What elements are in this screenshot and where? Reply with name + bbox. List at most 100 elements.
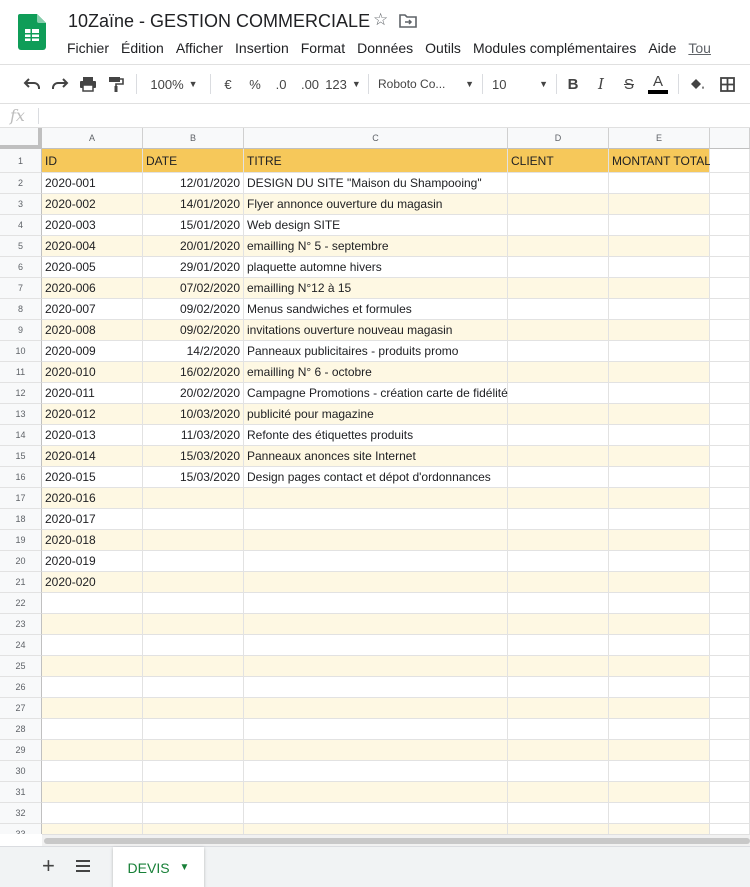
cell-titre[interactable]: Flyer annonce ouverture du magasin [244, 194, 508, 215]
grid-cell[interactable] [710, 593, 750, 614]
cell-titre[interactable]: Refonte des étiquettes produits [244, 425, 508, 446]
cell-id[interactable] [42, 782, 143, 803]
strikethrough-button[interactable]: S [618, 65, 640, 103]
cell-client[interactable] [508, 698, 609, 719]
cell-id[interactable] [42, 803, 143, 824]
cell-client[interactable] [508, 215, 609, 236]
document-title[interactable]: 10Zaïne - GESTION COMMERCIALE [68, 11, 370, 32]
cell-id[interactable] [42, 698, 143, 719]
column-header-d[interactable]: D [508, 128, 609, 149]
cell-client[interactable] [508, 761, 609, 782]
cell-id[interactable] [42, 656, 143, 677]
cell-montant[interactable] [609, 320, 710, 341]
cell-montant[interactable] [609, 278, 710, 299]
cell-date[interactable] [143, 509, 244, 530]
menu-outils[interactable]: Outils [425, 40, 461, 56]
grid-cell[interactable] [710, 173, 750, 194]
cell-date[interactable]: 12/01/2020 [143, 173, 244, 194]
cell-id[interactable] [42, 740, 143, 761]
cell-id[interactable]: 2020-008 [42, 320, 143, 341]
cell-id[interactable] [42, 824, 143, 834]
cell-date[interactable] [143, 635, 244, 656]
cell-montant[interactable] [609, 761, 710, 782]
row-number[interactable]: 19 [0, 530, 42, 551]
column-header-e[interactable]: E [609, 128, 710, 149]
row-number[interactable]: 2 [0, 173, 42, 194]
cell-client[interactable] [508, 677, 609, 698]
column-header-f[interactable] [710, 128, 750, 149]
cell-client[interactable] [508, 782, 609, 803]
cell-client[interactable] [508, 635, 609, 656]
cell-date[interactable]: 29/01/2020 [143, 257, 244, 278]
cell-id[interactable]: 2020-009 [42, 341, 143, 362]
cell-titre[interactable]: emailling N° 6 - octobre [244, 362, 508, 383]
cell-titre[interactable]: plaquette automne hivers [244, 257, 508, 278]
cell-date[interactable] [143, 761, 244, 782]
cell-titre[interactable] [244, 509, 508, 530]
cell-date[interactable]: 14/01/2020 [143, 194, 244, 215]
cell-montant[interactable] [609, 404, 710, 425]
cell-titre[interactable] [244, 782, 508, 803]
cell-client[interactable] [508, 593, 609, 614]
grid-cell[interactable] [710, 278, 750, 299]
cell-montant[interactable] [609, 677, 710, 698]
cell-id[interactable] [42, 635, 143, 656]
cell-client[interactable] [508, 572, 609, 593]
grid-cell[interactable] [710, 149, 750, 173]
row-number[interactable]: 10 [0, 341, 42, 362]
star-icon[interactable]: ☆ [373, 10, 388, 30]
font-size-select[interactable]: 10 ▼ [492, 65, 548, 103]
menu-donnees[interactable]: Données [357, 40, 413, 56]
cell-montant[interactable] [609, 509, 710, 530]
cell-date[interactable] [143, 698, 244, 719]
row-number[interactable]: 3 [0, 194, 42, 215]
cell-id[interactable]: 2020-002 [42, 194, 143, 215]
row-number[interactable]: 14 [0, 425, 42, 446]
cell-date[interactable] [143, 488, 244, 509]
grid-cell[interactable] [710, 677, 750, 698]
grid-cell[interactable] [710, 572, 750, 593]
cell-id[interactable]: 2020-018 [42, 530, 143, 551]
text-color-button[interactable]: A [646, 65, 670, 103]
row-number[interactable]: 27 [0, 698, 42, 719]
column-header-a[interactable]: A [42, 128, 143, 149]
cell-montant[interactable] [609, 236, 710, 257]
cell-id[interactable]: 2020-012 [42, 404, 143, 425]
cell-date[interactable] [143, 677, 244, 698]
cell-date[interactable]: 20/01/2020 [143, 236, 244, 257]
cell-client[interactable] [508, 320, 609, 341]
row-number[interactable]: 17 [0, 488, 42, 509]
cell-id[interactable]: 2020-013 [42, 425, 143, 446]
grid-cell[interactable] [710, 215, 750, 236]
borders-button[interactable] [716, 65, 738, 103]
cell-id[interactable]: 2020-014 [42, 446, 143, 467]
grid-cell[interactable] [710, 740, 750, 761]
grid-cell[interactable] [710, 803, 750, 824]
cell-titre[interactable]: Campagne Promotions - création carte de … [244, 383, 508, 404]
bold-button[interactable]: B [562, 65, 584, 103]
menu-last-edit-link[interactable]: Tou [688, 40, 711, 56]
cell-montant[interactable] [609, 635, 710, 656]
grid-cell[interactable] [710, 719, 750, 740]
paint-format-button[interactable] [104, 65, 128, 103]
cell-client[interactable] [508, 257, 609, 278]
row-number[interactable]: 21 [0, 572, 42, 593]
increase-decimal-button[interactable]: .00 [297, 65, 323, 103]
row-number[interactable]: 25 [0, 656, 42, 677]
print-button[interactable] [76, 65, 100, 103]
header-cell-date[interactable]: DATE [143, 149, 244, 173]
grid-cell[interactable] [710, 824, 750, 834]
cell-montant[interactable] [609, 719, 710, 740]
grid-cell[interactable] [710, 425, 750, 446]
grid-cell[interactable] [710, 383, 750, 404]
cell-client[interactable] [508, 173, 609, 194]
cell-date[interactable]: 09/02/2020 [143, 299, 244, 320]
cell-montant[interactable] [609, 194, 710, 215]
cell-id[interactable] [42, 761, 143, 782]
cell-date[interactable]: 20/02/2020 [143, 383, 244, 404]
cell-client[interactable] [508, 719, 609, 740]
grid-cell[interactable] [710, 656, 750, 677]
grid-cell[interactable] [710, 614, 750, 635]
row-number[interactable]: 29 [0, 740, 42, 761]
cell-montant[interactable] [609, 341, 710, 362]
